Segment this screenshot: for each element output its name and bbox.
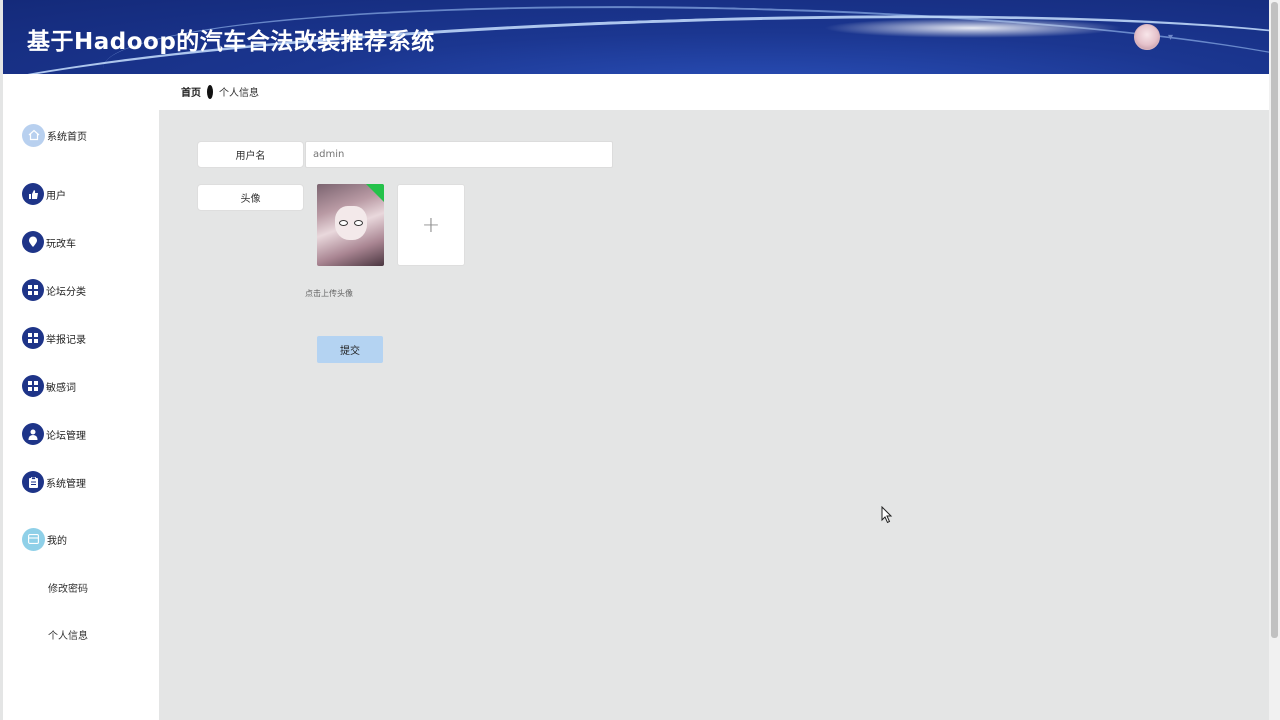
sidebar-item-label: 用户 [46, 190, 66, 202]
upload-success-badge [366, 184, 384, 202]
person-icon [22, 423, 44, 445]
thumb-icon [22, 183, 44, 205]
sidebar-item-label: 系统首页 [47, 131, 87, 143]
sidebar-item-system-management[interactable]: 系统管理 [22, 470, 86, 494]
avatar-thumbnail-image[interactable] [317, 184, 384, 266]
username-label: 用户名 [197, 141, 304, 168]
location-icon [22, 231, 44, 253]
sidebar-item-cars[interactable]: 玩改车 [22, 230, 76, 254]
scrollbar-thumb[interactable] [1271, 2, 1278, 638]
sidebar-item-sensitive-words[interactable]: 敏感词 [22, 374, 76, 398]
user-avatar-icon[interactable] [1134, 24, 1160, 50]
sidebar-item-label: 玩改车 [46, 238, 76, 250]
grid-icon [22, 279, 44, 301]
header-glow-decoration [823, 18, 1123, 38]
breadcrumb-current: 个人信息 [219, 88, 259, 99]
submenu-personal-info[interactable]: 个人信息 [48, 627, 88, 642]
sidebar-item-label: 我的 [47, 535, 67, 547]
home-icon [22, 123, 45, 147]
sidebar-item-label: 系统管理 [46, 478, 86, 490]
upload-hint-text: 点击上传头像 [305, 289, 353, 298]
submit-button[interactable]: 提交 [317, 336, 383, 363]
breadcrumb-home-link[interactable]: 首页 [181, 84, 201, 99]
app-header: 基于Hadoop的汽车合法改装推荐系统 ▾ [3, 0, 1269, 74]
card-icon [22, 527, 45, 551]
sidebar-item-home[interactable]: 系统首页 [22, 123, 87, 147]
sidebar-item-mine[interactable]: 我的 [22, 527, 67, 551]
mouse-cursor-icon [881, 506, 893, 524]
avatar-label: 头像 [197, 184, 304, 211]
sidebar-item-forum-category[interactable]: 论坛分类 [22, 278, 86, 302]
clipboard-icon [22, 471, 44, 493]
sidebar-item-label: 举报记录 [46, 334, 86, 346]
username-input[interactable] [305, 141, 613, 168]
avatar-upload-button[interactable]: + [397, 184, 465, 266]
plus-icon: + [421, 212, 441, 238]
sidebar-item-label: 论坛管理 [46, 430, 86, 442]
app-title: 基于Hadoop的汽车合法改装推荐系统 [27, 29, 435, 55]
breadcrumb-bar: 首页 个人信息 [159, 74, 1269, 110]
page-scrollbar[interactable] [1269, 0, 1280, 720]
avatar-eye-decoration [339, 220, 348, 226]
sidebar-item-report-records[interactable]: 举报记录 [22, 326, 86, 350]
sidebar-item-forum-management[interactable]: 论坛管理 [22, 422, 86, 446]
submenu-change-password[interactable]: 修改密码 [48, 580, 88, 595]
sidebar-item-label: 敏感词 [46, 382, 76, 394]
breadcrumb: 首页 个人信息 [181, 84, 259, 99]
chevron-down-icon[interactable]: ▾ [1168, 32, 1173, 43]
grid-icon [22, 327, 44, 349]
grid-icon [22, 375, 44, 397]
sidebar-item-users[interactable]: 用户 [22, 182, 66, 206]
sidebar: 系统首页 用户 玩改车 论坛分类 举报记录 敏感词 论坛管理 系统管理 我的 修… [3, 74, 159, 720]
breadcrumb-separator-icon [207, 84, 213, 99]
avatar-eye-decoration [354, 220, 363, 226]
sidebar-item-label: 论坛分类 [46, 286, 86, 298]
